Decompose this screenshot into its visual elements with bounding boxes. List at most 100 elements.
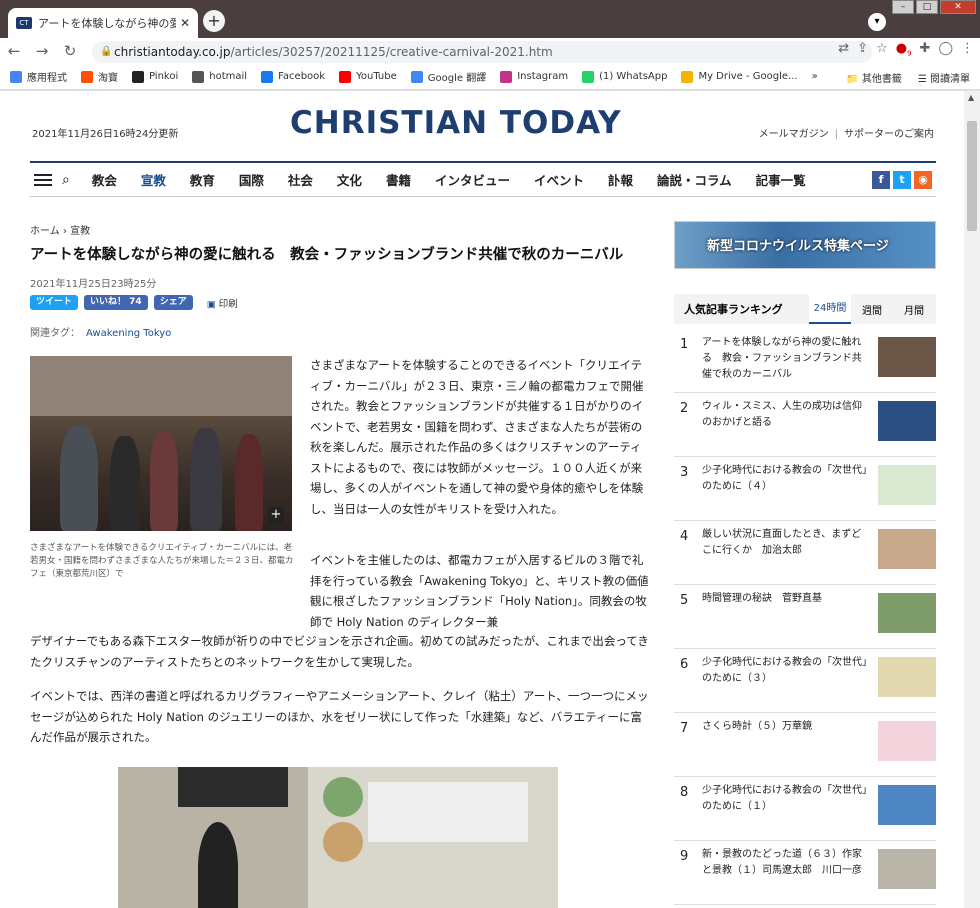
close-tab-icon[interactable]: ✕ xyxy=(180,16,190,30)
ranking-item[interactable]: 5 時間管理の秘訣 菅野直基 xyxy=(674,585,936,649)
breadcrumb-home[interactable]: ホーム xyxy=(30,226,60,237)
address-bar[interactable]: 🔒 christiantoday.co.jp/articles/30257/20… xyxy=(92,41,872,63)
nav-item[interactable]: 記事一覧 xyxy=(756,170,806,189)
ranking-item[interactable]: 4 厳しい状況に直面したとき、まずどこに行くか 加治太郎 xyxy=(674,521,936,585)
translate-icon[interactable]: ⇄ xyxy=(838,41,849,58)
rss-icon[interactable]: ◉ xyxy=(914,171,932,189)
vertical-scrollbar[interactable]: ▲ xyxy=(964,91,980,908)
minimize-button[interactable]: – xyxy=(892,0,914,14)
nav-item[interactable]: イベント xyxy=(534,170,584,189)
bookmark-item[interactable]: 淘寶 xyxy=(81,69,118,84)
ranking-item[interactable]: 8 少子化時代における教会の「次世代」のために（１） xyxy=(674,777,936,841)
nav-item[interactable]: 訃報 xyxy=(608,170,633,189)
browser-menu-icon[interactable]: ⋮ xyxy=(961,41,974,58)
back-icon[interactable]: ← xyxy=(0,42,28,60)
nav-item[interactable]: 教会 xyxy=(92,170,117,189)
twitter-icon[interactable]: t xyxy=(893,171,911,189)
article-paragraph: イベントでは、西洋の書道と呼ばれるカリグラフィーやアニメーションアート、クレイ（… xyxy=(30,689,649,744)
ranking-item[interactable]: 2 ウィル・スミス、人生の成功は信仰のおかげと語る xyxy=(674,393,936,457)
nav-item[interactable]: 社会 xyxy=(288,170,313,189)
like-button[interactable]: いいね！ 74 xyxy=(84,295,148,310)
ranking-item[interactable]: 9 新・景教のたどった道（６３）作家と景教（１）司馬遼太郎 川口一彦 xyxy=(674,841,936,905)
related-tags: 関連タグ： Awakening Tokyo xyxy=(30,328,172,339)
profile-avatar[interactable]: ◯ xyxy=(938,41,953,58)
hamburger-menu-icon[interactable] xyxy=(34,171,52,189)
tab-title: アートを体験しながら神の愛に触 xyxy=(38,17,176,30)
rank-title: ウィル・スミス、人生の成功は信仰のおかげと語る xyxy=(702,401,862,428)
ranking-item[interactable]: 7 さくら時計（５）万華鏡 xyxy=(674,713,936,777)
bookmark-favicon xyxy=(132,70,144,83)
rank-title: 少子化時代における教会の「次世代」のために（１） xyxy=(702,785,867,812)
rank-thumbnail xyxy=(878,849,936,889)
bookmarks-more[interactable]: » xyxy=(812,71,818,82)
close-window-button[interactable]: ✕ xyxy=(940,0,976,14)
nav-item[interactable]: 国際 xyxy=(239,170,264,189)
tab-monthly[interactable]: 月間 xyxy=(893,302,935,317)
bookmark-favicon xyxy=(410,70,423,83)
ranking-item[interactable]: 6 少子化時代における教会の「次世代」のために（３） xyxy=(674,649,936,713)
breadcrumb-section[interactable]: 宣教 xyxy=(70,226,90,237)
rank-title: アートを体験しながら神の愛に触れる 教会・ファッションブランド共催で秋のカーニバ… xyxy=(702,337,862,380)
browser-tab[interactable]: CT アートを体験しながら神の愛に触 ✕ xyxy=(8,8,198,38)
tweet-button[interactable]: ツイート xyxy=(30,295,79,310)
rank-title: 少子化時代における教会の「次世代」のために（３） xyxy=(702,657,867,684)
bookmark-item[interactable]: 應用程式 xyxy=(10,69,67,84)
ranking-item[interactable]: 1 アートを体験しながら神の愛に触れる 教会・ファッションブランド共催で秋のカーニ… xyxy=(674,329,936,393)
bookmark-favicon xyxy=(339,70,352,83)
article-paragraph: さまざまなアートを体験することのできるイベント「クリエイティブ・カーニバル」が２… xyxy=(310,358,644,516)
rank-title: さくら時計（５）万華鏡 xyxy=(702,721,812,732)
nav-item[interactable]: 論説・コラム xyxy=(657,170,732,189)
bookmark-item[interactable]: Google 翻譯 xyxy=(410,69,486,84)
rank-thumbnail xyxy=(878,529,936,569)
extensions-puzzle-icon[interactable]: ✚ xyxy=(920,41,931,58)
tag-link[interactable]: Awakening Tokyo xyxy=(86,328,171,339)
tab-search-icon[interactable]: ▾ xyxy=(868,13,886,31)
other-bookmarks-folder[interactable]: 📁 其他書籤 xyxy=(846,70,902,85)
newsletter-link[interactable]: メールマガジン xyxy=(759,129,829,140)
facebook-icon[interactable]: f xyxy=(872,171,890,189)
bookmark-item[interactable]: (1) WhatsApp xyxy=(582,70,667,83)
nav-item[interactable]: インタビュー xyxy=(435,170,510,189)
share-icon[interactable]: ⇪ xyxy=(857,41,868,58)
maximize-button[interactable]: □ xyxy=(916,0,938,14)
bookmark-item[interactable]: YouTube xyxy=(339,70,397,83)
tab-24h[interactable]: 24時間 xyxy=(809,294,851,324)
bookmark-item[interactable]: My Drive - Google... xyxy=(681,70,798,83)
bookmark-item[interactable]: Instagram xyxy=(500,70,568,83)
bookmark-item[interactable]: hotmail xyxy=(192,70,247,83)
favicon: CT xyxy=(16,17,32,29)
bookmark-item[interactable]: Pinkoi xyxy=(132,70,178,83)
nav-item[interactable]: 書籍 xyxy=(386,170,411,189)
rank-title: 少子化時代における教会の「次世代」のために（４） xyxy=(702,465,867,492)
article-title: アートを体験しながら神の愛に触れる 教会・ファッションブランド共催で秋のカーニバ… xyxy=(30,247,624,263)
nav-item[interactable]: 教育 xyxy=(190,170,215,189)
tab-weekly[interactable]: 週間 xyxy=(851,302,893,317)
tab-strip: CT アートを体験しながら神の愛に触 ✕ + ▾ – □ ✕ xyxy=(0,0,980,38)
ranking-header: 人気記事ランキング 24時間 週間 月間 xyxy=(674,294,936,324)
expand-icon[interactable]: + xyxy=(268,507,284,523)
supporter-link[interactable]: サポーターのご案内 xyxy=(844,129,934,140)
bookmark-favicon xyxy=(10,70,22,83)
nav-items: 教会 宣教 教育 国際 社会 文化 書籍 インタビュー イベント 訃報 論説・コラム 記事一覧 xyxy=(92,170,830,189)
article-photo[interactable]: + xyxy=(30,356,292,531)
nav-item[interactable]: 文化 xyxy=(337,170,362,189)
printer-icon: ▣ xyxy=(206,298,216,310)
print-button[interactable]: ▣ 印刷 xyxy=(207,296,238,310)
extension-badge[interactable]: ●9 xyxy=(896,41,912,58)
reload-icon[interactable]: ↻ xyxy=(56,42,84,60)
new-tab-button[interactable]: + xyxy=(203,10,225,32)
share-button[interactable]: シェア xyxy=(153,295,193,310)
article-photo-2[interactable] xyxy=(118,767,558,908)
rank-number: 9 xyxy=(680,849,689,864)
bookmark-item[interactable]: Facebook xyxy=(261,70,325,83)
rank-number: 7 xyxy=(680,721,689,736)
search-icon[interactable]: ⌕ xyxy=(62,172,70,188)
nav-item[interactable]: 宣教 xyxy=(141,170,166,189)
bookmark-star-icon[interactable]: ☆ xyxy=(876,41,888,58)
site-logo[interactable]: CHRISTIAN TODAY xyxy=(290,105,622,141)
forward-icon[interactable]: → xyxy=(28,42,56,60)
article-paragraph: デザイナーでもある森下エスター牧師が祈りの中でビジョンを示され企画。初めての試み… xyxy=(30,634,649,669)
reading-list[interactable]: ☰ 閱讀清單 xyxy=(918,70,970,85)
covid-banner[interactable]: 新型コロナウイルス特集ページ xyxy=(674,221,936,269)
ranking-item[interactable]: 3 少子化時代における教会の「次世代」のために（４） xyxy=(674,457,936,521)
